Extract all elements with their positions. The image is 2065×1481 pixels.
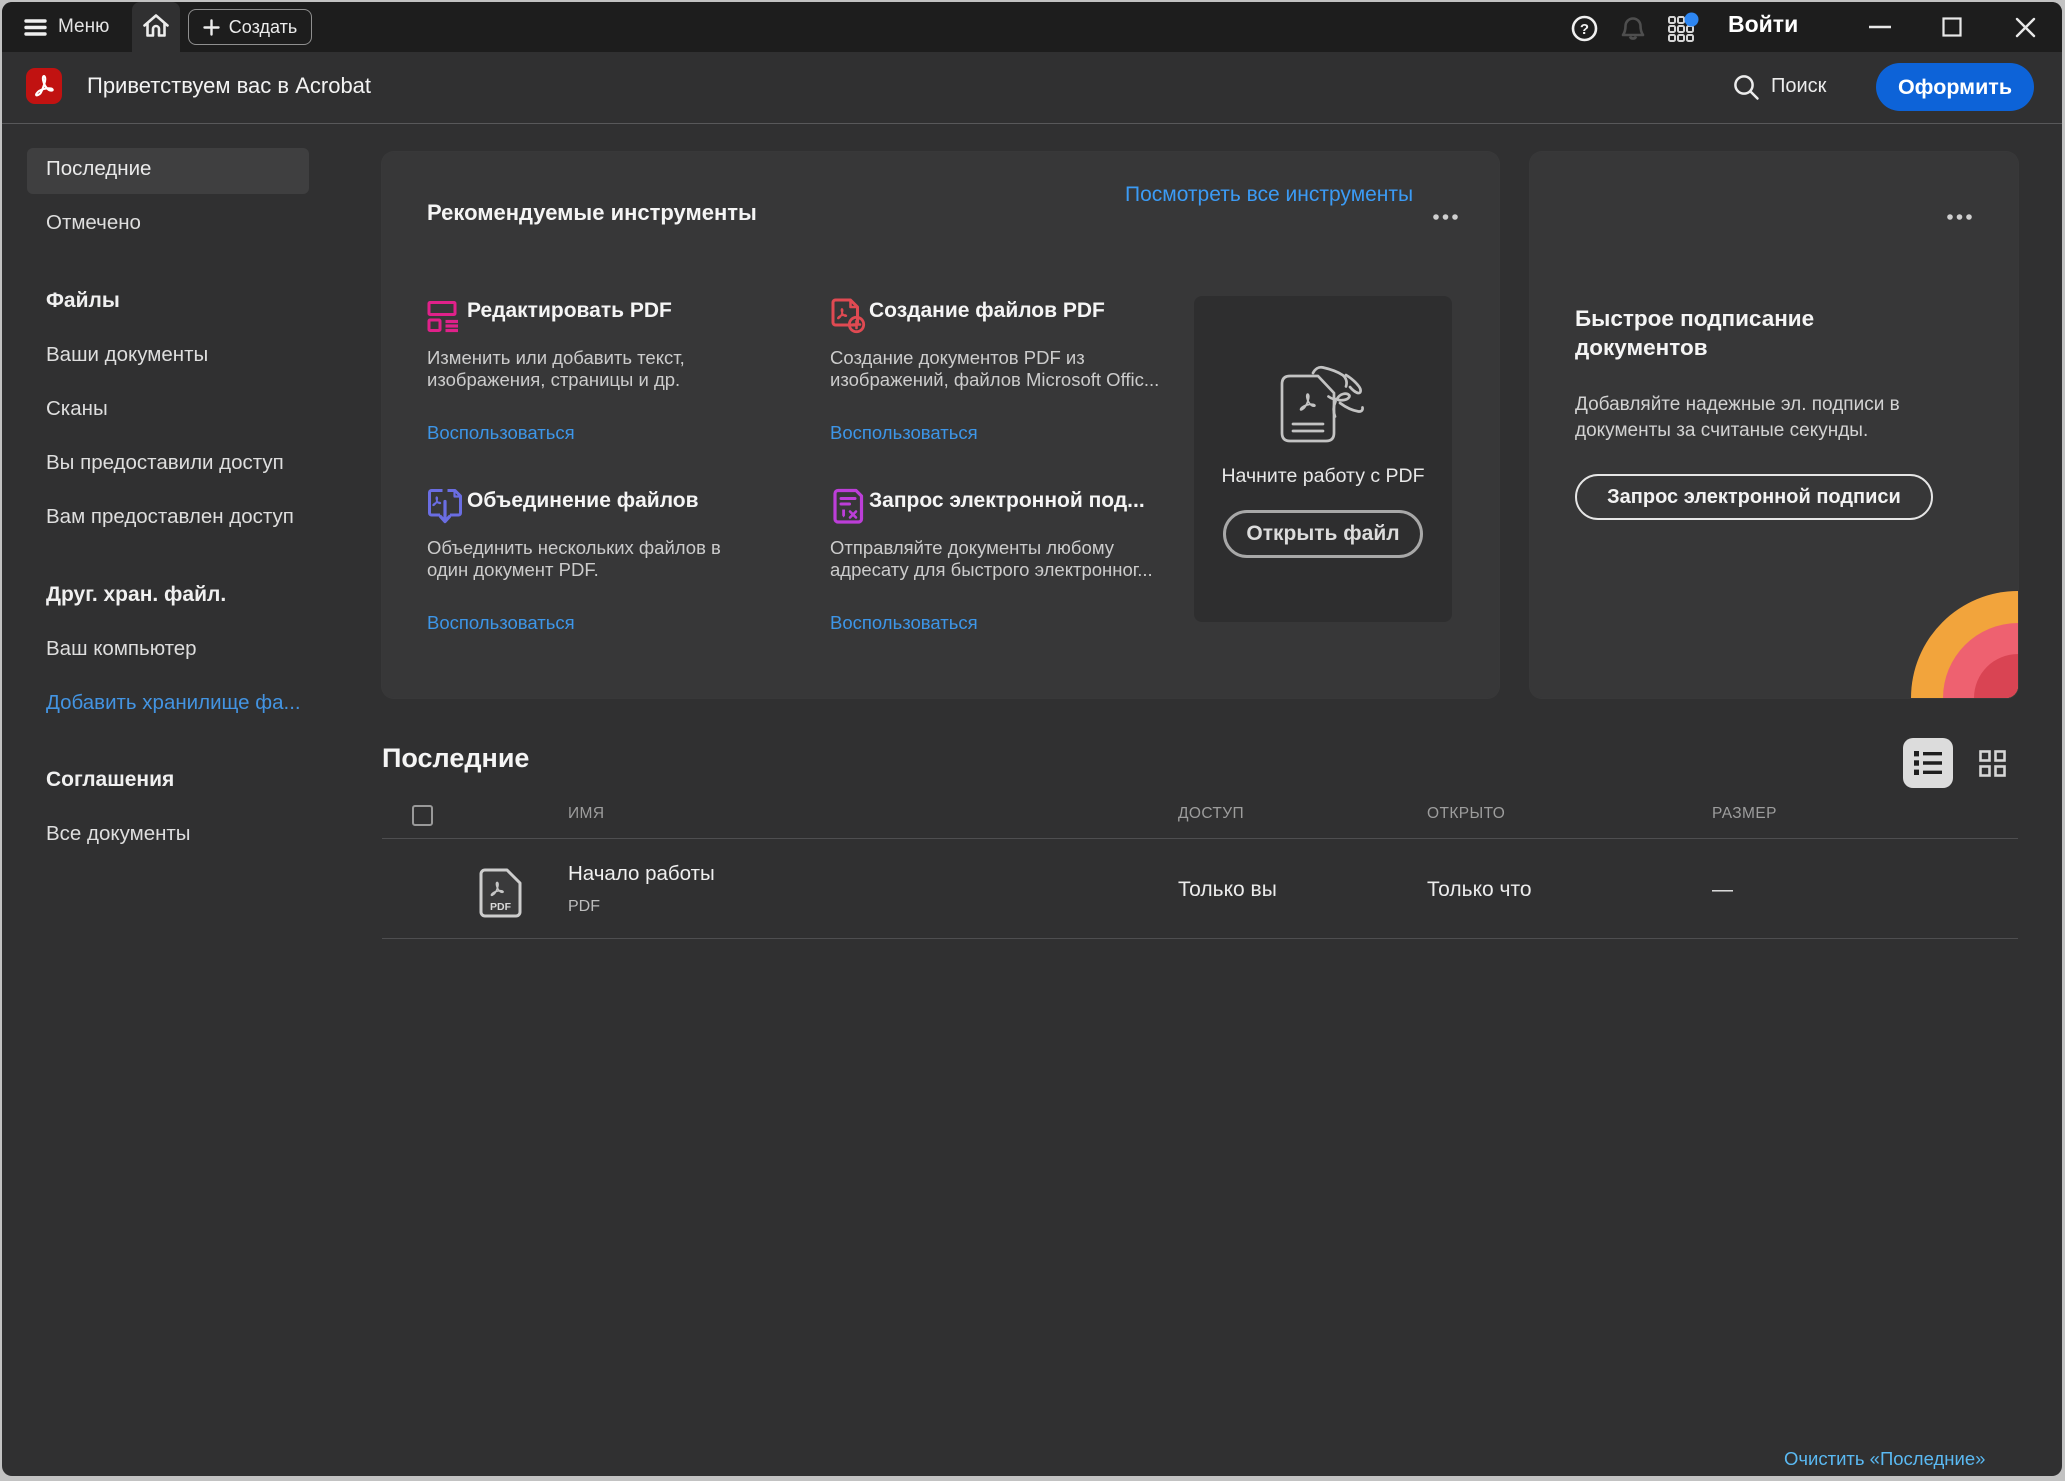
svg-text:?: ? [1580,21,1589,38]
svg-text:PDF: PDF [490,901,512,913]
